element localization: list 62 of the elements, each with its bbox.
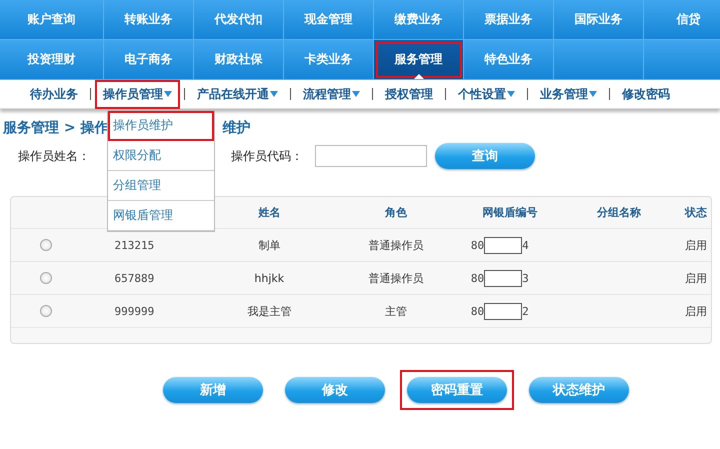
search-button[interactable]: 查询	[435, 143, 535, 169]
table-cell: 2	[522, 304, 529, 318]
nav-tab[interactable]: 卡类业务	[284, 40, 374, 80]
nav-tab[interactable]: 票据业务	[464, 0, 554, 40]
nav-tab[interactable]: 现金管理	[284, 0, 374, 40]
pointer-icon	[414, 74, 424, 79]
table-cell: 80	[470, 272, 484, 284]
subnav-link[interactable]: 流程管理	[297, 82, 366, 106]
table-cell: 80	[470, 238, 484, 252]
table-cell: 3	[522, 272, 529, 284]
redaction-box	[484, 236, 522, 254]
redaction-box	[484, 270, 522, 286]
table-cell: 制单	[258, 238, 280, 252]
action-button[interactable]: 修改	[285, 377, 385, 403]
nav-tab[interactable]: 国际业务	[554, 0, 644, 40]
action-button[interactable]: 密码重置	[407, 377, 507, 403]
table-cell: 213215	[114, 238, 154, 252]
radio-button[interactable]	[40, 239, 52, 251]
column-header: 网银盾编号	[482, 205, 539, 220]
nav-tab[interactable]: 转账业务	[104, 0, 194, 40]
column-header: 角色	[384, 205, 408, 220]
column-header: 状态	[684, 205, 708, 220]
subnav-link[interactable]: 修改密码	[616, 82, 676, 106]
nav-tab[interactable]: 电子商务	[104, 40, 194, 80]
table-cell: 4	[522, 238, 529, 252]
menu-item[interactable]: 操作员维护	[108, 111, 214, 141]
action-button[interactable]: 状态维护	[529, 377, 629, 403]
nav-tab[interactable]: 缴费业务	[374, 0, 464, 40]
subnav-link[interactable]: 授权管理	[379, 82, 439, 106]
table-cell: 启用	[685, 304, 708, 318]
field-label: 操作员代码：	[231, 148, 303, 164]
nav-tab[interactable]: 投资理财	[0, 40, 104, 80]
table-cell: 普通操作员	[368, 238, 424, 252]
subnav-link[interactable]: 操作员管理	[97, 82, 178, 106]
nav-tab[interactable]: 特色业务	[464, 40, 554, 80]
table-cell: 主管	[384, 304, 407, 318]
table-cell: 普通操作员	[368, 272, 424, 284]
table-cell: hhjkk	[254, 272, 284, 284]
radio-button[interactable]	[40, 272, 52, 284]
column-header: 分组名称	[596, 205, 642, 220]
nav-tab[interactable]: 代发代扣	[194, 0, 284, 40]
table-cell: 999999	[114, 304, 154, 318]
radio-button[interactable]	[40, 305, 52, 317]
table-cell: 80	[470, 304, 484, 318]
action-button[interactable]: 新增	[163, 377, 263, 403]
column-header: 姓名	[257, 205, 282, 220]
subnav-link[interactable]: 产品在线开通	[191, 82, 284, 106]
nav-tab[interactable]: 信贷	[644, 0, 720, 40]
nav-tab[interactable]: 财政社保	[194, 40, 284, 80]
nav-tab[interactable]: 服务管理	[374, 40, 464, 80]
field-label: 操作员姓名：	[18, 148, 90, 164]
table-cell: 我是主管	[247, 304, 292, 318]
subnav-link[interactable]: 业务管理	[534, 82, 603, 106]
subnav-link[interactable]: 待办业务	[24, 82, 84, 106]
table-cell: 启用	[685, 238, 708, 252]
breadcrumb: 维护	[222, 119, 250, 138]
nav-tab[interactable]: 账户查询	[0, 0, 104, 40]
input-field[interactable]	[315, 145, 427, 167]
table-cell: 657889	[114, 272, 154, 284]
subnav-link[interactable]: 个性设置	[452, 82, 521, 106]
table-cell: 启用	[685, 272, 708, 284]
redaction-box	[484, 302, 522, 320]
